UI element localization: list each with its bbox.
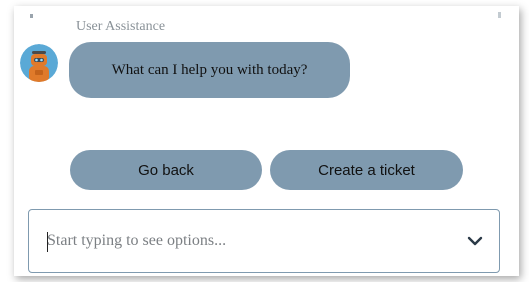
sender-name: User Assistance: [76, 19, 166, 34]
assistant-message-bubble: What can I help you with today?: [69, 42, 350, 98]
create-ticket-button[interactable]: Create a ticket: [270, 150, 463, 190]
go-back-button[interactable]: Go back: [70, 150, 262, 190]
message-composer[interactable]: [28, 209, 500, 273]
resize-handle[interactable]: [30, 14, 33, 18]
chat-widget: User Assistance What can I help you with…: [14, 6, 519, 276]
robot-avatar-icon: [20, 44, 58, 82]
options-search-input[interactable]: [47, 222, 447, 260]
chevron-down-icon[interactable]: [467, 234, 483, 246]
scrollbar-thumb[interactable]: [498, 12, 501, 18]
